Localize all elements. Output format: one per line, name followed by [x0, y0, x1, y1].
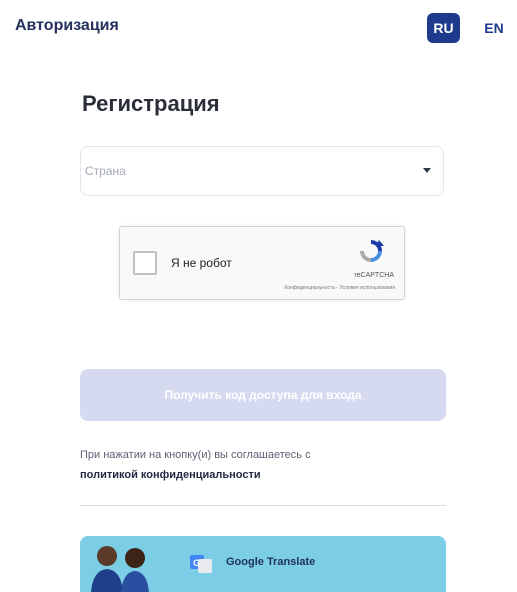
- captcha-checkbox[interactable]: [133, 251, 157, 275]
- recaptcha-logo-icon: [360, 240, 384, 262]
- consent-text: При нажатии на кнопку(и) вы соглашаетесь…: [80, 445, 450, 485]
- get-access-code-button[interactable]: Получить код доступа для входа: [80, 369, 446, 421]
- privacy-policy-link[interactable]: политикой конфиденциальности: [80, 465, 450, 485]
- google-translate-label: Google Translate: [226, 556, 316, 568]
- page-title: Регистрация: [82, 91, 220, 116]
- captcha-brand: reCAPTCHA: [354, 272, 394, 279]
- recaptcha-widget: Я не робот reCAPTCHA Конфиденциальность …: [119, 226, 405, 300]
- google-translate-icon: G: [190, 555, 212, 573]
- captcha-label: Я не робот: [171, 256, 232, 270]
- chevron-down-icon: [423, 168, 431, 173]
- lang-en-button[interactable]: EN: [477, 13, 511, 43]
- consent-prefix: При нажатии на кнопку(и) вы соглашаетесь…: [80, 449, 311, 461]
- auth-link[interactable]: Авторизация: [15, 17, 119, 35]
- divider: [80, 505, 446, 506]
- country-placeholder: Страна: [85, 164, 126, 178]
- captcha-terms[interactable]: Конфиденциальность - Условия использован…: [284, 285, 395, 291]
- people-illustration-icon: [91, 546, 149, 592]
- google-translate-banner[interactable]: G Google Translate: [80, 536, 446, 592]
- lang-ru-button[interactable]: RU: [427, 13, 460, 43]
- svg-text:G: G: [193, 558, 200, 568]
- country-select[interactable]: Страна: [80, 146, 444, 196]
